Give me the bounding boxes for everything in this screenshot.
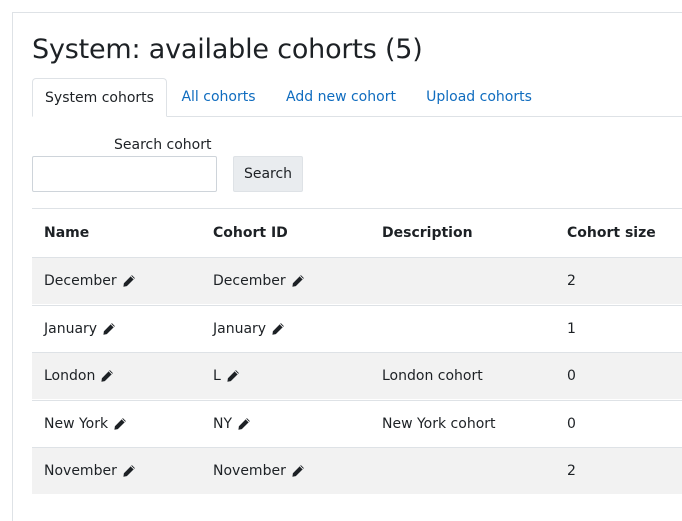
search-button[interactable]: Search xyxy=(233,156,303,192)
cohort-description: London cohort xyxy=(382,368,483,384)
cell-cohort-size: 1 xyxy=(567,306,576,352)
cell-cohort-size: 2 xyxy=(567,258,576,304)
cell-cohort-id: L xyxy=(213,353,240,399)
tab-upload-cohorts[interactable]: Upload cohorts xyxy=(418,78,540,117)
column-header-cohort-size: Cohort size xyxy=(567,225,656,241)
cohort-id: November xyxy=(213,463,286,479)
search-label: Search cohort xyxy=(114,137,212,153)
cohort-id: NY xyxy=(213,415,233,432)
cohort-id: December xyxy=(213,273,286,289)
cell-cohort-size: 2 xyxy=(567,448,576,494)
tab-add-new-cohort[interactable]: Add new cohort xyxy=(278,78,404,117)
tab-all-cohorts[interactable]: All cohorts xyxy=(172,78,265,117)
column-header-cohort-id: Cohort ID xyxy=(213,225,288,241)
cell-name: December xyxy=(44,258,136,304)
cohort-size: 0 xyxy=(567,415,576,432)
cohort-name: London xyxy=(44,368,96,384)
edit-id-pencil-icon[interactable] xyxy=(271,322,285,336)
edit-id-pencil-icon[interactable] xyxy=(237,417,251,431)
edit-id-pencil-icon[interactable] xyxy=(226,369,240,383)
table-row: London L London cohort 0 xyxy=(32,352,682,399)
edit-name-pencil-icon[interactable] xyxy=(102,322,116,336)
cell-cohort-size: 0 xyxy=(567,401,576,447)
cell-cohort-id: November xyxy=(213,448,305,494)
cell-description: New York cohort xyxy=(382,401,496,447)
cohort-size: 2 xyxy=(567,463,576,479)
edit-name-pencil-icon[interactable] xyxy=(122,274,136,288)
cohort-name: November xyxy=(44,463,117,479)
edit-id-pencil-icon[interactable] xyxy=(291,274,305,288)
table-row: New York NY New York cohort 0 xyxy=(32,399,682,447)
edit-name-pencil-icon[interactable] xyxy=(113,417,127,431)
cell-name: New York xyxy=(44,401,127,447)
cohort-size: 2 xyxy=(567,273,576,289)
page-title: System: available cohorts (5) xyxy=(32,34,423,65)
cell-cohort-id: NY xyxy=(213,401,251,447)
cell-name: November xyxy=(44,448,136,494)
cohort-id: January xyxy=(213,320,267,337)
column-header-name: Name xyxy=(44,225,90,241)
table-header-row: Name Cohort ID Description Cohort size xyxy=(32,209,682,257)
edit-id-pencil-icon[interactable] xyxy=(291,464,305,478)
edit-name-pencil-icon[interactable] xyxy=(100,369,114,383)
cell-cohort-id: December xyxy=(213,258,305,304)
cohort-name: January xyxy=(44,320,98,337)
cohort-name: New York xyxy=(44,415,109,432)
cohort-name: December xyxy=(44,273,117,289)
cohort-size: 0 xyxy=(567,368,576,384)
cell-description: London cohort xyxy=(382,353,483,399)
cell-name: January xyxy=(44,306,116,352)
cell-cohort-id: January xyxy=(213,306,285,352)
edit-name-pencil-icon[interactable] xyxy=(122,464,136,478)
cohort-size: 1 xyxy=(567,320,576,337)
table-row: December December 2 xyxy=(32,257,682,304)
table-row: January January 1 xyxy=(32,304,682,352)
cell-name: London xyxy=(44,353,114,399)
cell-cohort-size: 0 xyxy=(567,353,576,399)
table-row: November November 2 xyxy=(32,447,682,494)
column-header-description: Description xyxy=(382,225,473,241)
cohort-description: New York cohort xyxy=(382,415,496,432)
cohort-id: L xyxy=(213,368,221,384)
tab-system-cohorts[interactable]: System cohorts xyxy=(32,78,167,117)
search-input[interactable] xyxy=(32,156,217,192)
